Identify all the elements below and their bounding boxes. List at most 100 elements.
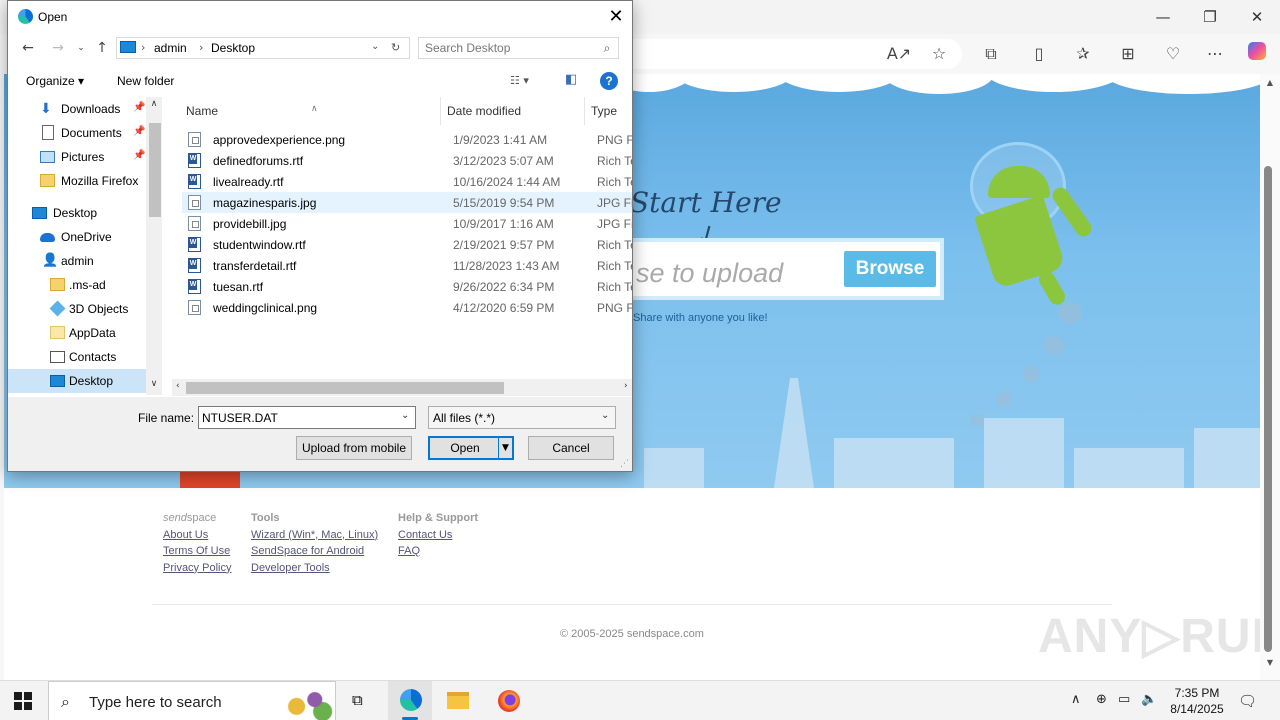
file-name-input[interactable] <box>202 410 392 426</box>
copilot-icon[interactable] <box>1244 42 1270 66</box>
file-row[interactable]: livealready.rtf 10/16/2024 1:44 AM Rich Te… <box>182 171 632 192</box>
nav-item-contacts[interactable]: Contacts <box>8 345 162 369</box>
volume-icon[interactable]: 🔈 <box>1141 692 1157 707</box>
upload-box[interactable]: se to upload Browse <box>604 238 944 300</box>
nav-item-desktop-selected[interactable]: Desktop <box>8 369 162 393</box>
search-input[interactable] <box>425 40 595 56</box>
android-leg <box>1036 268 1068 308</box>
refresh-icon[interactable]: ↻ <box>391 41 400 54</box>
nav-item-downloads[interactable]: ⬇ Downloads 📌 <box>8 97 162 121</box>
taskbar-clock[interactable]: 7:35 PM 8/14/2025 <box>1162 685 1232 717</box>
firefox-icon[interactable] <box>486 681 530 720</box>
nav-item-appdata[interactable]: AppData <box>8 321 162 345</box>
nav-item-label: 3D Objects <box>69 302 129 316</box>
browse-button[interactable]: Browse <box>844 251 936 287</box>
recent-locations-chevron-icon[interactable]: ⌄ <box>71 38 91 58</box>
wizard-link[interactable]: Wizard (Win*, Mac, Linux) <box>251 527 378 544</box>
scroll-up-arrow-icon[interactable]: ▲ <box>1263 78 1277 87</box>
about-us-link[interactable]: About Us <box>163 527 231 544</box>
edge-icon[interactable] <box>388 681 432 720</box>
meet-now-icon[interactable]: ⊕ <box>1096 692 1107 707</box>
forward-arrow-icon[interactable]: → <box>48 38 68 58</box>
dialog-close-button[interactable]: ✕ <box>602 4 630 30</box>
nav-item-pictures[interactable]: Pictures 📌 <box>8 145 162 169</box>
nav-item-onedrive[interactable]: OneDrive <box>8 225 162 249</box>
network-icon[interactable]: ▭ <box>1118 692 1130 707</box>
file-explorer-icon[interactable] <box>436 681 480 720</box>
view-options-icon[interactable]: ☷ ▾ <box>510 74 529 87</box>
file-name-field[interactable]: ⌄ <box>198 406 416 429</box>
windows-start-icon[interactable] <box>14 692 32 710</box>
up-arrow-icon[interactable]: ↑ <box>92 38 112 58</box>
file-row[interactable]: providebill.jpg 10/9/2017 1:16 AM JPG File <box>182 213 632 234</box>
extensions-icon[interactable]: ⧉ <box>978 42 1004 66</box>
breadcrumb[interactable]: › admin › Desktop ⌄ ↻ <box>116 37 410 59</box>
nav-item-admin[interactable]: 👤 admin <box>8 249 162 273</box>
cancel-button[interactable]: Cancel <box>528 436 614 460</box>
nav-item-documents[interactable]: Documents 📌 <box>8 121 162 145</box>
help-icon[interactable]: ? <box>600 72 618 90</box>
horizontal-scroll-thumb[interactable] <box>186 382 504 394</box>
split-screen-icon[interactable]: ▯ <box>1026 42 1052 66</box>
path-dropdown-chevron-icon[interactable]: ⌄ <box>371 41 379 52</box>
file-type-select[interactable]: All files (*.*) ⌄ <box>428 406 616 429</box>
chevron-down-icon[interactable]: ⌄ <box>401 410 409 421</box>
nav-item-label: Pictures <box>61 150 105 164</box>
nav-item-3d-objects[interactable]: 3D Objects <box>8 297 162 321</box>
upload-from-mobile-button[interactable]: Upload from mobile <box>296 436 412 460</box>
file-row[interactable]: magazinesparis.jpg 5/15/2019 9:54 PM JPG F… <box>182 192 632 213</box>
search-icon[interactable]: ⌕ <box>599 40 615 56</box>
faq-link[interactable]: FAQ <box>398 543 478 560</box>
nav-item-mozilla-firefox[interactable]: Mozilla Firefox <box>8 169 162 193</box>
file-row[interactable]: definedforums.rtf 3/12/2023 5:07 AM Rich T… <box>182 150 632 171</box>
nav-scroll-thumb[interactable] <box>149 123 161 217</box>
nav-item-ms-ad[interactable]: .ms-ad <box>8 273 162 297</box>
scroll-down-arrow-icon[interactable]: ∨ <box>148 379 160 389</box>
scroll-down-arrow-icon[interactable]: ▼ <box>1263 658 1277 667</box>
favorites-icon[interactable]: ✰ <box>1070 42 1096 66</box>
page-scroll-thumb[interactable] <box>1264 166 1272 652</box>
browser-essentials-icon[interactable]: ♡ <box>1160 42 1186 66</box>
scroll-up-arrow-icon[interactable]: ∧ <box>148 99 160 109</box>
page-scrollbar[interactable]: ▲ ▼ <box>1260 74 1280 680</box>
new-folder-button[interactable]: New folder <box>117 74 174 88</box>
file-row[interactable]: weddingclinical.png 4/12/2020 6:59 PM PNG … <box>182 297 632 318</box>
restore-button[interactable]: ❐ <box>1187 4 1233 30</box>
file-row[interactable]: tuesan.rtf 9/26/2022 6:34 PM Rich Text <box>182 276 632 297</box>
close-window-button[interactable]: ✕ <box>1234 4 1280 30</box>
file-row[interactable]: transferdetail.rtf 11/28/2023 1:43 AM Rich… <box>182 255 632 276</box>
dialog-search-box[interactable]: ⌕ <box>418 37 619 59</box>
developer-tools-link[interactable]: Developer Tools <box>251 560 378 577</box>
nav-item-desktop-root[interactable]: Desktop <box>8 201 162 225</box>
file-list-horizontal-scrollbar[interactable]: ‹ › <box>172 379 632 396</box>
file-row[interactable]: approvedexperience.png 1/9/2023 1:41 AM PN… <box>182 129 632 150</box>
column-header-date[interactable]: Date modified <box>441 97 585 125</box>
file-row[interactable]: studentwindow.rtf 2/19/2021 9:57 PM Rich T… <box>182 234 632 255</box>
preview-pane-icon[interactable]: ◧ <box>565 72 577 87</box>
resize-grip-icon[interactable]: ⋰ <box>620 459 629 469</box>
terms-link[interactable]: Terms Of Use <box>163 543 231 560</box>
privacy-link[interactable]: Privacy Policy <box>163 560 231 577</box>
navigation-pane-scrollbar[interactable]: ∧ ∨ <box>146 97 162 395</box>
breadcrumb-desktop[interactable]: Desktop <box>211 41 255 55</box>
favorite-icon[interactable]: ☆ <box>926 42 952 66</box>
read-aloud-icon[interactable]: A↗ <box>886 42 912 66</box>
breadcrumb-admin[interactable]: admin <box>154 41 187 55</box>
android-link[interactable]: SendSpace for Android <box>251 543 378 560</box>
organize-button[interactable]: Organize ▾ <box>26 74 84 88</box>
contact-us-link[interactable]: Contact Us <box>398 527 478 544</box>
task-view-icon[interactable]: ⧉ <box>338 681 382 720</box>
column-header-type[interactable]: Type <box>585 97 632 125</box>
back-arrow-icon[interactable]: ← <box>18 38 38 58</box>
notifications-icon[interactable]: 🗨 <box>1238 692 1257 710</box>
taskbar-search-box[interactable]: ⌕ Type here to search <box>48 681 336 720</box>
scroll-right-arrow-icon[interactable]: › <box>624 381 628 391</box>
collections-icon[interactable]: ⊞ <box>1115 42 1141 66</box>
minimize-button[interactable]: — <box>1140 4 1186 30</box>
show-hidden-icons-chevron-icon[interactable]: ∧ <box>1071 692 1081 707</box>
more-icon[interactable]: ⋯ <box>1202 42 1228 66</box>
scroll-left-arrow-icon[interactable]: ‹ <box>176 381 180 391</box>
column-header-name[interactable]: Name ∧ <box>168 97 438 125</box>
open-button[interactable]: Open ▼ <box>428 436 514 460</box>
open-options-chevron-icon[interactable]: ▼ <box>498 438 512 458</box>
